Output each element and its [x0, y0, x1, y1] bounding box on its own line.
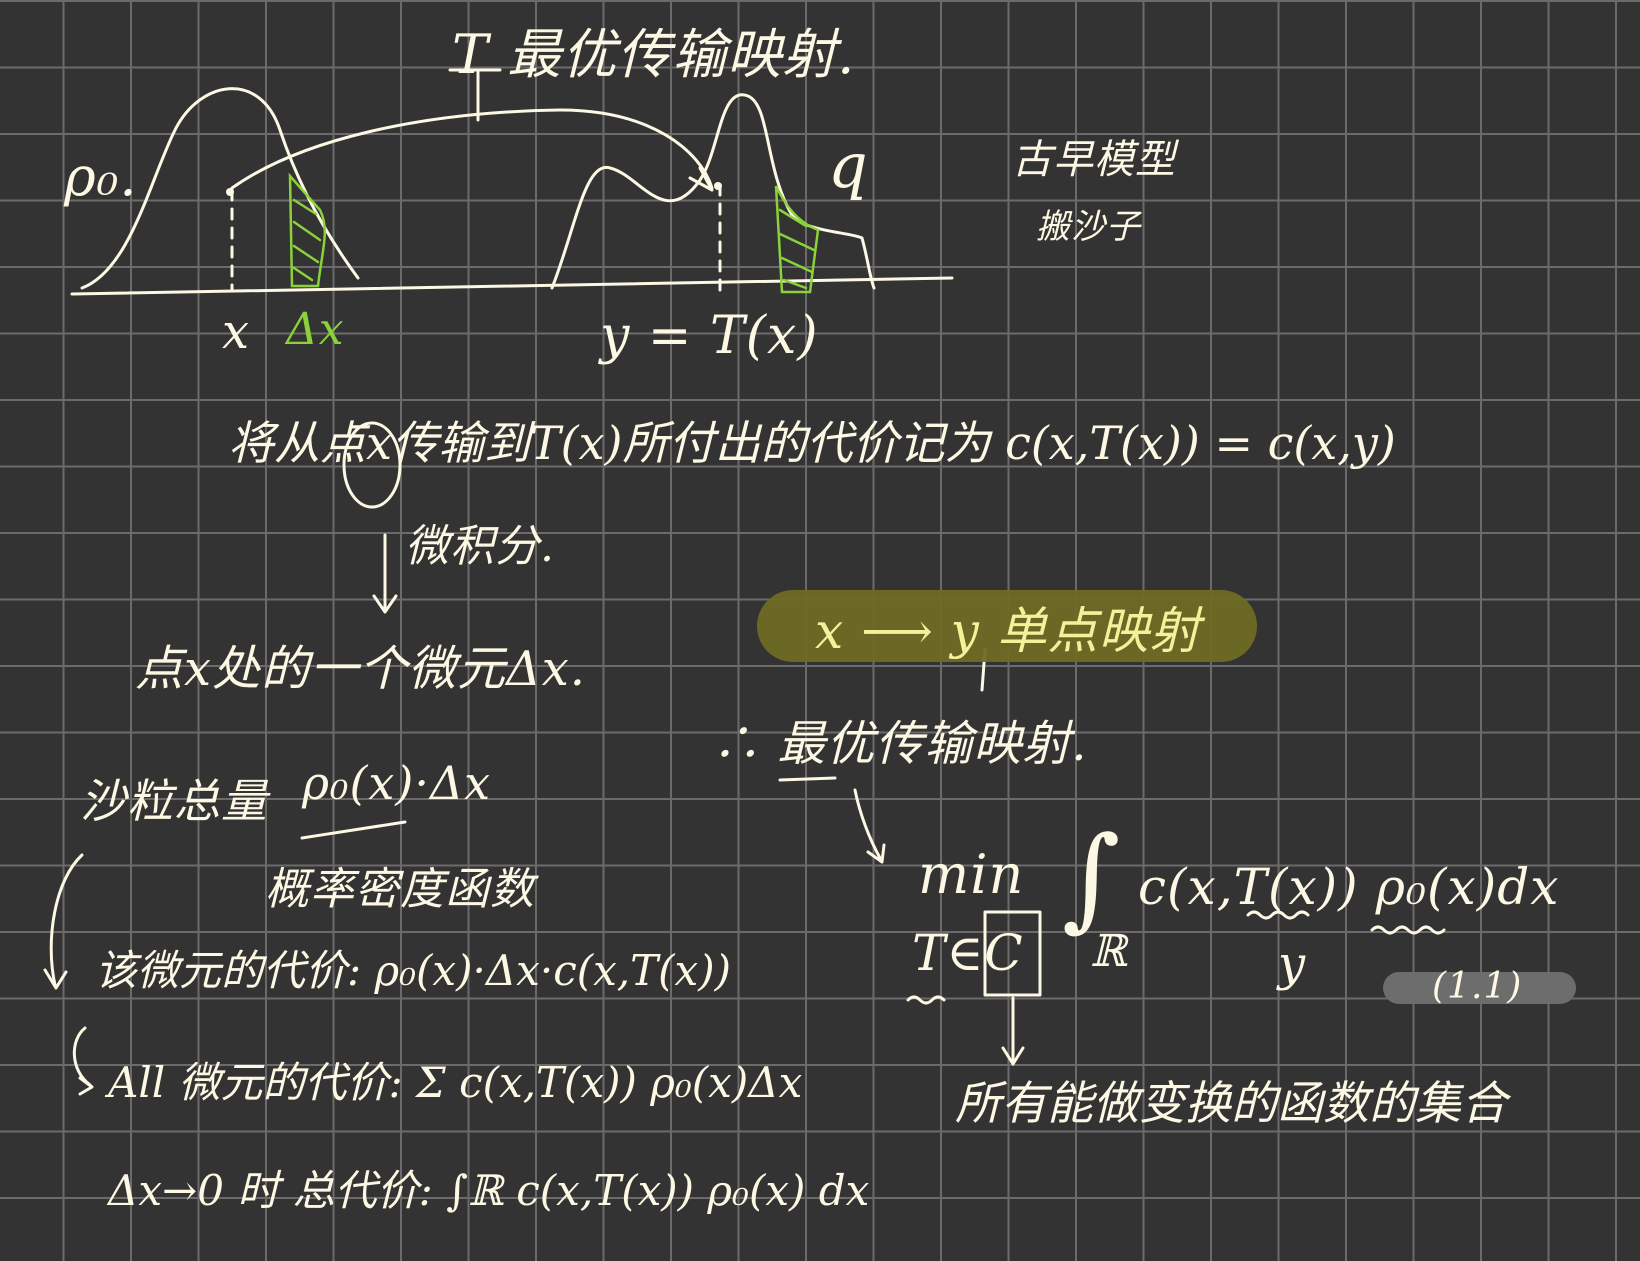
calculus-note: 微积分.	[405, 521, 555, 572]
curly-arrow-1	[43, 853, 84, 990]
cost-statement: 将从点x传输到T(x)所付出的代价记为 c(x,T(x)) = c(x,y)	[228, 416, 1396, 470]
baseline-axis	[70, 276, 954, 296]
hatch-region-right	[774, 185, 820, 294]
sand-expression: ρ₀(x)·Δx	[302, 756, 492, 810]
micro-element-note: 点x处的一个微元Δx.	[135, 641, 587, 697]
total-cost: Δx→0 时 总代价: ∫ℝ c(x,T(x)) ρ₀(x) dx	[108, 1166, 870, 1215]
q-label: q	[828, 129, 869, 202]
down-arrow-min	[853, 788, 886, 864]
y-annotation: y	[1278, 936, 1307, 992]
therefore-optimal-map: ∴ 最优传输映射.	[712, 716, 1088, 772]
underline-zui	[778, 776, 837, 782]
integral-domain: ℝ	[1090, 926, 1128, 977]
density-note: 概率密度函数	[265, 864, 535, 915]
transport-arrow	[230, 108, 714, 190]
y-equals-Tx-label: y = T(x)	[600, 306, 819, 366]
dx-label: Δx	[286, 304, 345, 355]
down-arrow-calculus	[372, 533, 398, 614]
single-point-map: x ⟶ y 单点映射	[815, 602, 1201, 660]
cost-element: 该微元的代价: ρ₀(x)·Δx·c(x,T(x))	[95, 946, 732, 995]
integral-sign: ∫	[1062, 813, 1122, 943]
function-set-note: 所有能做变换的函数的集合	[955, 1076, 1507, 1130]
underline-sand	[300, 820, 407, 840]
min-operator: min	[918, 843, 1025, 906]
cost-all-elements: All 微元的代价: Σ c(x,T(x)) ρ₀(x)Δx	[108, 1058, 803, 1107]
min-subscript: T∈C	[912, 924, 1024, 982]
squiggle-rho	[1370, 925, 1446, 935]
integrand: c(x,T(x)) ρ₀(x)dx	[1138, 858, 1560, 916]
map-title: T 最优传输映射.	[452, 23, 856, 86]
sand-label: 沙粒总量	[80, 774, 268, 828]
rho-label: ρ₀.	[64, 145, 138, 208]
down-arrow-set	[1001, 996, 1025, 1066]
curly-arrow-2	[72, 1026, 94, 1096]
side-note-line2: 搬沙子	[1036, 207, 1141, 247]
q-density-curve	[550, 93, 876, 290]
x-label: x	[222, 304, 251, 360]
equation-number: (1.1)	[1432, 966, 1523, 1007]
squiggle-T	[906, 995, 946, 1005]
side-note-line1: 古早模型	[1012, 137, 1176, 183]
